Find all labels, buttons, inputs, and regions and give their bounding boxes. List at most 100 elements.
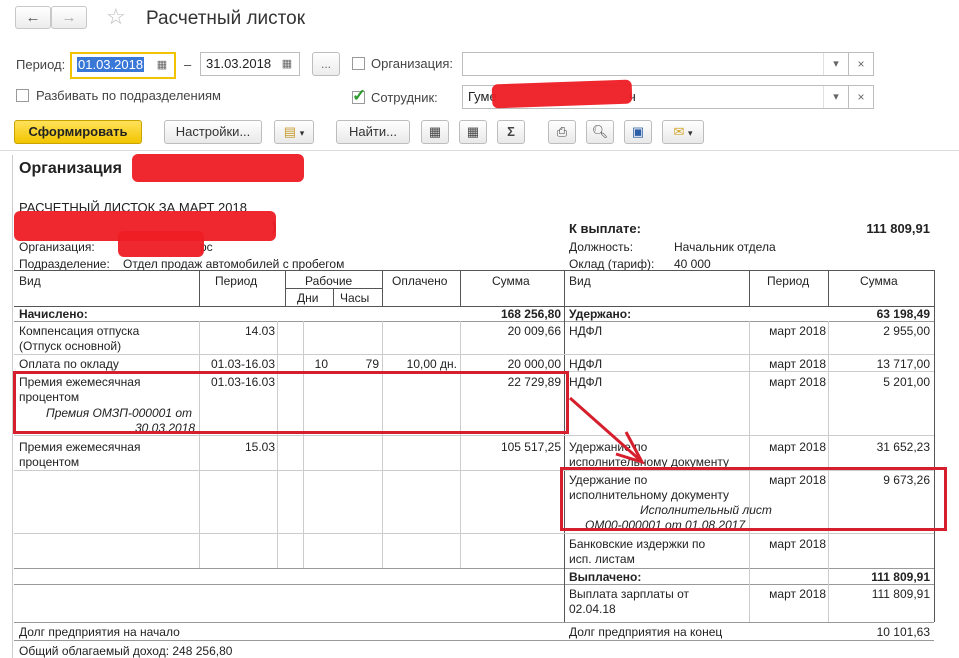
highlight-box-bonus [13, 371, 569, 434]
grid-line [460, 270, 461, 306]
preview-icon[interactable]: 🔍︎ [586, 120, 614, 144]
position-label: Должность: [569, 240, 634, 254]
withholding-kind: НДФЛ [569, 375, 603, 389]
variants-button[interactable]: ▤ ▾ [274, 120, 314, 144]
grid-line [934, 270, 935, 622]
employee-checkbox[interactable] [352, 86, 366, 106]
debt-end-value: 10 101,63 [876, 625, 930, 639]
arrow-left-icon: ← [25, 9, 41, 26]
withholding-kind: НДФЛ [569, 357, 603, 371]
grid-line [14, 435, 564, 436]
window-title: Расчетный листок [146, 8, 306, 29]
grid-line [564, 354, 934, 355]
accrual-days: 10 [314, 357, 328, 371]
grid-line [277, 321, 278, 568]
accrual-sum: 20 000,00 [507, 357, 561, 371]
organization-field[interactable]: ▾ [462, 52, 849, 76]
add-grid-icon[interactable]: ▦ [459, 120, 487, 144]
redaction-mark [118, 231, 204, 257]
organization-clear-button[interactable]: × [848, 52, 874, 76]
calendar-icon[interactable]: ▦ [150, 54, 174, 76]
payout-period: март 2018 [769, 587, 826, 601]
debt-start-label: Долг предприятия на начало [19, 625, 180, 639]
report-org-header: Организация [19, 160, 122, 177]
chevron-down-icon[interactable]: ▾ [823, 53, 848, 75]
grid-line [14, 568, 934, 569]
header-hours: Часы [340, 291, 370, 305]
accrual-period: 14.03 [244, 324, 275, 338]
print-icon[interactable]: ⎙ [548, 120, 576, 144]
withholding-period: март 2018 [769, 375, 826, 389]
grid-line [564, 371, 934, 372]
favorite-star-icon[interactable]: ☆ [106, 4, 126, 30]
accrual-kind: Оплата по окладу [19, 357, 119, 371]
withholding-kind: исп. листам [569, 552, 635, 566]
forward-button[interactable]: → [51, 6, 87, 29]
grid-line [14, 270, 934, 271]
withholding-period: март 2018 [769, 324, 826, 338]
withholding-sum: 31 652,23 [876, 440, 930, 454]
date-from-field[interactable]: 01.03.2018 ▦ [70, 52, 176, 79]
withheld-total: 63 198,49 [876, 307, 930, 321]
envelope-icon: ✉ [673, 124, 685, 139]
grid-line [564, 533, 934, 534]
employee-label: Сотрудник: [371, 90, 438, 105]
redaction-mark [491, 79, 633, 109]
to-pay-label: К выплате: [569, 221, 641, 236]
accrual-sum: 105 517,25 [500, 440, 561, 454]
accrued-total: 168 256,80 [500, 307, 561, 321]
folder-icon: ▤ [283, 124, 297, 139]
payout-sum: 111 809,91 [871, 587, 930, 601]
grid-line [14, 321, 934, 322]
find-button[interactable]: Найти... [336, 120, 410, 144]
grid-line [14, 622, 934, 623]
back-button[interactable]: ← [15, 6, 51, 29]
settings-button[interactable]: Настройки... [164, 120, 262, 144]
date-to-field[interactable]: 31.03.2018 ▦ [200, 52, 300, 76]
spreadsheet-icon[interactable]: ▦ [421, 120, 449, 144]
grid-line [14, 640, 934, 641]
split-by-departments-checkbox[interactable] [16, 89, 29, 102]
position-value: Начальник отдела [674, 240, 776, 254]
salary-label: Оклад (тариф): [569, 257, 655, 271]
header-days: Дни [297, 291, 319, 305]
accrual-period: 15.03 [244, 440, 275, 454]
grid-line [749, 270, 750, 306]
sum-icon[interactable]: Σ [497, 120, 525, 144]
toolbar-divider [0, 150, 959, 151]
grid-line [333, 288, 334, 306]
accrual-kind: Премия ежемесячная [19, 440, 141, 454]
withholding-sum: 13 717,00 [876, 357, 930, 371]
redaction-mark [132, 154, 304, 182]
send-email-button[interactable]: ✉ ▾ [662, 120, 704, 144]
generate-button[interactable]: Сформировать [14, 120, 142, 144]
save-icon[interactable]: ▣ [624, 120, 652, 144]
employee-clear-button[interactable]: × [848, 85, 874, 109]
withholding-period: март 2018 [769, 357, 826, 371]
accrual-sum: 20 009,66 [507, 324, 561, 338]
period-select-button[interactable]: ... [312, 52, 340, 76]
accrued-label: Начислено: [19, 307, 88, 321]
grid-line [382, 270, 383, 306]
withholding-sum: 5 201,00 [883, 375, 930, 389]
chevron-down-icon: ▾ [688, 128, 693, 138]
chevron-down-icon[interactable]: ▾ [823, 86, 848, 108]
taxable-income: Общий облагаемый доход: 248 256,80 [19, 644, 233, 658]
grid-line [14, 354, 564, 355]
debt-end-label: Долг предприятия на конец [569, 625, 723, 639]
grid-line [14, 584, 934, 585]
header-period-right: Период [767, 274, 810, 288]
calendar-icon[interactable]: ▦ [275, 53, 299, 75]
organization-label: Организация: [371, 56, 454, 71]
header-sum-right: Сумма [860, 274, 898, 288]
organization-checkbox[interactable] [352, 57, 365, 70]
arrow-right-icon: → [61, 9, 77, 26]
accrual-hours: 79 [365, 357, 379, 371]
org-label: Организация: [19, 240, 95, 254]
department-value: Отдел продаж автомобилей с пробегом [123, 257, 345, 271]
salary-value: 40 000 [674, 257, 711, 271]
accrual-kind: процентом [19, 455, 80, 469]
header-period: Период [215, 274, 258, 288]
accrual-kind: Компенсация отпуска [19, 324, 140, 338]
withholding-kind: НДФЛ [569, 324, 603, 338]
